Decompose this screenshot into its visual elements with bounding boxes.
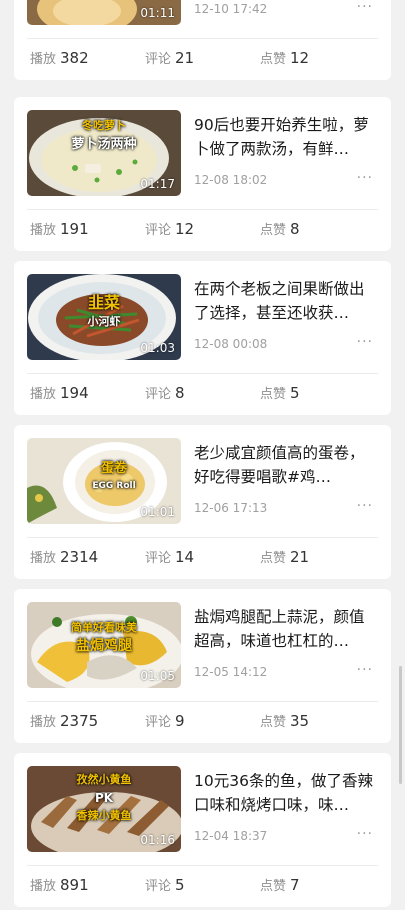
cover-caption: 蛋卷: [100, 461, 127, 476]
cover-caption: 韭菜: [87, 293, 120, 312]
video-stats: 播放 891 评论 5 点赞 7: [30, 875, 380, 897]
video-title[interactable]: 盐焗鸡腿配上蒜泥，颜值超高，味道也杠杠的…: [194, 605, 379, 653]
play-count: 播放 191: [30, 220, 89, 238]
video-title[interactable]: 在两个老板之间果断做出了选择，甚至还收获…: [194, 277, 379, 325]
video-card[interactable]: 蛋卷 EGG Roll 01:01 老少咸宜颜值高的蛋卷，好吃得要唱歌#鸡… 1…: [14, 425, 391, 579]
video-duration: 01:11: [140, 6, 175, 20]
play-count: 播放 2375: [30, 712, 99, 730]
more-options-icon[interactable]: ···: [357, 827, 373, 841]
comment-count[interactable]: 评论 9: [145, 711, 185, 730]
like-count[interactable]: 点赞 12: [260, 48, 309, 67]
comment-count[interactable]: 评论 21: [145, 48, 194, 67]
video-date: 12-08 00:08: [194, 337, 268, 351]
video-duration: 01:05: [140, 669, 175, 683]
video-thumbnail[interactable]: 冬吃萝卜 萝卜汤两种 01:17: [27, 110, 181, 196]
video-date: 12-08 18:02: [194, 173, 268, 187]
video-stats: 播放 2375 评论 9 点赞 35: [30, 711, 380, 733]
video-title[interactable]: 90后也要开始养生啦，萝卜做了两款汤，有鲜…: [194, 113, 379, 161]
play-count: 播放 2314: [30, 548, 99, 566]
card-divider: [27, 701, 378, 702]
scrollbar[interactable]: [399, 666, 402, 784]
play-count: 播放 382: [30, 49, 89, 67]
comment-count[interactable]: 评论 14: [145, 547, 194, 566]
video-duration: 01:01: [140, 505, 175, 519]
cover-caption: EGG Roll: [92, 481, 136, 491]
video-stats: 播放 2314 评论 14 点赞 21: [30, 547, 380, 569]
video-date: 12-05 14:12: [194, 665, 268, 679]
cover-caption: 简单好看味美: [71, 621, 137, 634]
video-card[interactable]: 简单好看味美 盐焗鸡腿 01:05 盐焗鸡腿配上蒜泥，颜值超高，味道也杠杠的… …: [14, 589, 391, 743]
video-date: 12-04 18:37: [194, 829, 268, 843]
video-date: 12-10 17:42: [194, 2, 268, 16]
card-divider: [27, 865, 378, 866]
comment-count[interactable]: 评论 8: [145, 383, 185, 402]
card-divider: [27, 373, 378, 374]
more-options-icon[interactable]: ···: [357, 0, 373, 14]
like-count[interactable]: 点赞 21: [260, 547, 309, 566]
video-thumbnail[interactable]: 01:11: [27, 0, 181, 25]
video-stats: 播放 191 评论 12 点赞 8: [30, 219, 380, 241]
video-card[interactable]: 01:11 12-10 17:42 ··· 播放 382 评论 21 点赞 12: [14, 0, 391, 80]
video-card[interactable]: 韭菜 小河虾 01:03 在两个老板之间果断做出了选择，甚至还收获… 12-08…: [14, 261, 391, 415]
comment-count[interactable]: 评论 5: [145, 875, 185, 894]
more-options-icon[interactable]: ···: [357, 171, 373, 185]
like-count[interactable]: 点赞 8: [260, 219, 300, 238]
video-card[interactable]: 孜然小黄鱼 PK 香辣小黄鱼 01:16 10元36条的鱼，做了香辣口味和烧烤口…: [14, 753, 391, 907]
cover-caption: 盐焗鸡腿: [76, 638, 132, 654]
like-count[interactable]: 点赞 7: [260, 875, 300, 894]
video-title[interactable]: 老少咸宜颜值高的蛋卷，好吃得要唱歌#鸡…: [194, 441, 379, 489]
play-count: 播放 891: [30, 876, 89, 894]
video-thumbnail[interactable]: 蛋卷 EGG Roll 01:01: [27, 438, 181, 524]
like-count[interactable]: 点赞 35: [260, 711, 309, 730]
video-duration: 01:16: [140, 833, 175, 847]
card-divider: [27, 537, 378, 538]
comment-count[interactable]: 评论 12: [145, 219, 194, 238]
cover-caption: 孜然小黄鱼: [76, 773, 132, 786]
cover-caption: 香辣小黄鱼: [76, 809, 132, 822]
cover-caption: 小河虾: [87, 315, 121, 328]
video-thumbnail[interactable]: 简单好看味美 盐焗鸡腿 01:05: [27, 602, 181, 688]
like-count[interactable]: 点赞 5: [260, 383, 300, 402]
cover-caption: PK: [94, 791, 114, 805]
play-count: 播放 194: [30, 384, 89, 402]
video-duration: 01:03: [140, 341, 175, 355]
video-date: 12-06 17:13: [194, 501, 268, 515]
card-divider: [27, 209, 378, 210]
more-options-icon[interactable]: ···: [357, 499, 373, 513]
video-stats: 播放 382 评论 21 点赞 12: [30, 48, 380, 70]
card-divider: [27, 38, 378, 39]
video-thumbnail[interactable]: 韭菜 小河虾 01:03: [27, 274, 181, 360]
more-options-icon[interactable]: ···: [357, 335, 373, 349]
video-thumbnail[interactable]: 孜然小黄鱼 PK 香辣小黄鱼 01:16: [27, 766, 181, 852]
video-duration: 01:17: [140, 177, 175, 191]
more-options-icon[interactable]: ···: [357, 663, 373, 677]
video-stats: 播放 194 评论 8 点赞 5: [30, 383, 380, 405]
video-card[interactable]: 冬吃萝卜 萝卜汤两种 01:17 90后也要开始养生啦，萝卜做了两款汤，有鲜… …: [14, 97, 391, 251]
cover-caption: 冬吃萝卜: [82, 119, 126, 132]
cover-caption: 萝卜汤两种: [71, 137, 137, 152]
video-title[interactable]: 10元36条的鱼，做了香辣口味和烧烤口味，味…: [194, 769, 379, 817]
